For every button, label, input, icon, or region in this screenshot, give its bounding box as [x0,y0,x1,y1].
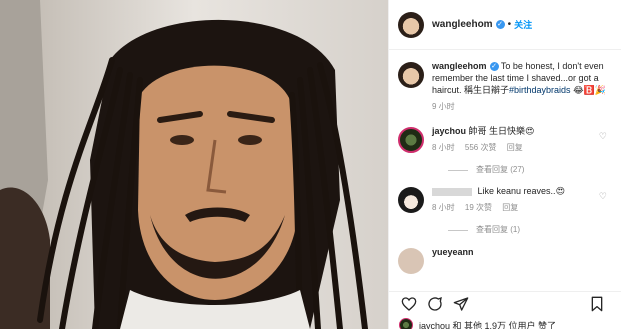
redacted-username [432,187,472,196]
portrait-image [0,0,388,329]
comment-user[interactable]: jaychou [432,126,466,136]
comment-time: 8 小时 [432,143,455,152]
comment-item: yueyeann [389,246,621,274]
commenter-avatar[interactable] [398,127,424,153]
author-name[interactable]: wangleehom [432,19,493,30]
view-replies[interactable]: 查看回复 (1) [432,224,613,236]
post-photo[interactable] [0,0,388,329]
heart-icon[interactable] [399,294,419,314]
caption: wangleehom ✓ To be honest, I don't even r… [389,60,621,113]
commenter-avatar[interactable] [398,248,424,274]
comment-item: jaychou 帥哥 生日快樂😍 8 小时 556 次赞 回复 查看回复 (27… [389,125,621,176]
verified-icon: ✓ [489,62,499,72]
comment-likes[interactable]: 19 次赞 [465,203,492,212]
share-icon[interactable] [451,294,471,314]
separator-dot: • [507,19,512,30]
caption-time: 9 小时 [432,102,455,111]
caption-author[interactable]: wangleehom [432,61,487,71]
comment-likes[interactable]: 556 次赞 [465,143,497,152]
follow-button[interactable]: 关注 [514,18,532,31]
post-header: wangleehom ✓ • 关注 [389,0,621,50]
author-avatar[interactable] [398,11,424,38]
view-replies[interactable]: 查看回复 (27) [432,164,613,176]
heart-icon[interactable]: ♡ [599,131,607,142]
comment-icon[interactable] [425,294,445,314]
bookmark-icon[interactable] [587,294,607,314]
comment-item: Like keanu reaves..😍 8 小时 19 次赞 回复 查看回复 … [389,185,621,236]
post-panel: wangleehom ✓ • 关注 wangleehom ✓ To be hone… [388,0,621,329]
comments-list[interactable]: wangleehom ✓ To be honest, I don't even r… [389,60,621,289]
comment-user[interactable]: yueyeann [432,247,474,257]
reply-button[interactable]: 回复 [502,203,518,212]
liker-avatar [399,318,413,329]
comment-text: 帥哥 生日快樂😍 [468,126,535,136]
heart-icon[interactable]: ♡ [599,191,607,202]
commenter-avatar[interactable] [398,187,424,213]
liked-by-text: jaychou 和 其他 1.9万 位用户 赞了 [419,320,557,329]
comment-text: Like keanu reaves..😍 [477,186,565,196]
comment-time: 8 小时 [432,203,455,212]
reply-button[interactable]: 回复 [507,143,523,152]
caption-hashtag[interactable]: #birthdaybraids [509,85,571,95]
verified-icon: ✓ [495,20,505,29]
action-bar [389,291,621,315]
author-avatar[interactable] [398,62,424,88]
liked-by[interactable]: jaychou 和 其他 1.9万 位用户 赞了 [399,318,556,329]
caption-emoji: 😂🅱️🎉 [573,85,607,95]
